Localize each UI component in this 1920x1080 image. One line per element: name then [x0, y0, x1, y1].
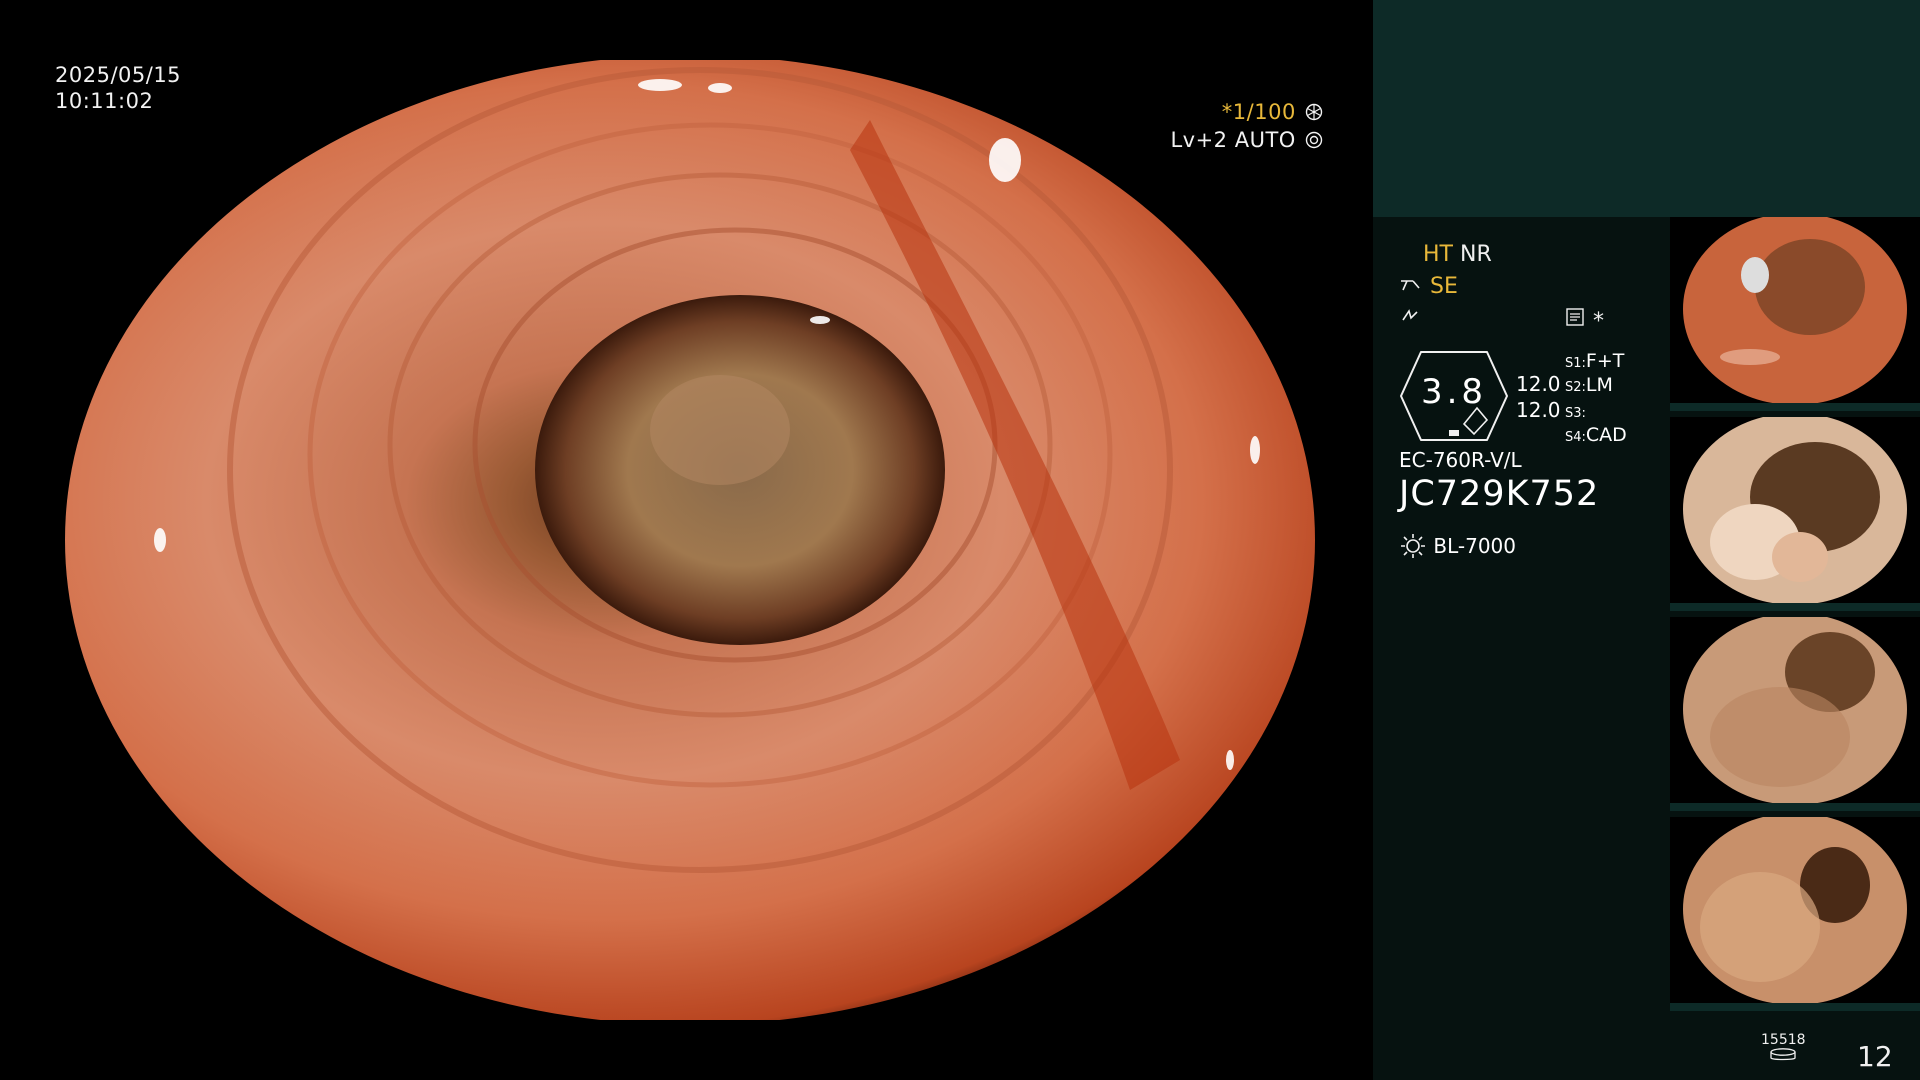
- switch-1-key: S1:: [1565, 356, 1586, 371]
- memo-asterisk: *: [1593, 309, 1604, 334]
- thumbnail-1[interactable]: [1670, 217, 1920, 411]
- endoscope-main-view: 2025/05/15 10:11:02 *1/100 Lv+2 AUTO: [0, 0, 1373, 1080]
- scope-model: EC-760R-V/L: [1399, 448, 1522, 472]
- iris-icon: [1305, 131, 1323, 149]
- scope-serial: JC729K752: [1399, 474, 1600, 514]
- aperture-icon: [1305, 103, 1323, 121]
- endoscopy-live-image: [65, 60, 1315, 1020]
- se-mode: SE: [1430, 274, 1458, 299]
- switch-4-key: S4:: [1565, 430, 1586, 445]
- image-counter: 12: [1857, 1040, 1893, 1073]
- thumbnail-3-image: [1683, 617, 1907, 805]
- switch-2: S2:LM: [1565, 374, 1613, 396]
- thumbnail-2-footer: [1670, 603, 1920, 611]
- thumbnail-1-footer: [1670, 403, 1920, 411]
- timestamp: 2025/05/15 10:11:02: [55, 62, 181, 114]
- switch-1: S1:F+T: [1565, 350, 1624, 372]
- memory-count: 15518: [1761, 1032, 1806, 1048]
- thumbnail-4[interactable]: [1670, 817, 1920, 1011]
- ratio-1: 12.0: [1516, 372, 1561, 396]
- switch-4-value: CAD: [1585, 424, 1627, 446]
- thumbnail-2-image: [1683, 417, 1907, 605]
- lamp-icon: [1401, 534, 1425, 558]
- gauge-value: 3.8: [1420, 372, 1488, 412]
- document-icon: [1566, 308, 1584, 326]
- thumbnail-4-footer: [1670, 1003, 1920, 1011]
- thumbnail-2[interactable]: [1670, 417, 1920, 611]
- light-source: BL-7000: [1399, 532, 1516, 560]
- memory-indicator: 15518: [1761, 1032, 1806, 1066]
- light-source-label: BL-7000: [1433, 534, 1516, 558]
- shutter-speed: *1/100: [1221, 100, 1296, 124]
- date-text: 2025/05/15: [55, 63, 182, 87]
- thumbnail-3[interactable]: [1670, 617, 1920, 811]
- switch-1-value: F+T: [1585, 350, 1625, 372]
- structure-enhance-icon: [1401, 280, 1420, 291]
- switch-4: S4:CAD: [1565, 424, 1627, 446]
- nr-mode: NR: [1459, 242, 1492, 267]
- panel-header-area: [1373, 0, 1920, 217]
- switch-3: S3:: [1565, 400, 1586, 422]
- switch-2-key: S2:: [1565, 380, 1586, 395]
- exposure-info: *1/100 Lv+2 AUTO: [1170, 98, 1323, 154]
- thumbnail-1-image: [1683, 217, 1907, 405]
- brightness-level: Lv+2 AUTO: [1170, 128, 1296, 152]
- lightning-icon: [1402, 309, 1418, 321]
- thumbnail-4-image: [1683, 817, 1907, 1005]
- time-text: 10:11:02: [55, 89, 154, 113]
- storage-disk-icon: [1770, 1048, 1796, 1061]
- switch-2-value: LM: [1585, 374, 1613, 396]
- ratio-2: 12.0: [1516, 398, 1561, 422]
- thumbnail-3-footer: [1670, 803, 1920, 811]
- status-panel: HT NR SE * 3.8 12.0 12.0 S1:F+T S2:LM S3…: [1373, 0, 1920, 1080]
- ht-mode: HT: [1423, 242, 1453, 267]
- switch-3-key: S3:: [1565, 406, 1586, 421]
